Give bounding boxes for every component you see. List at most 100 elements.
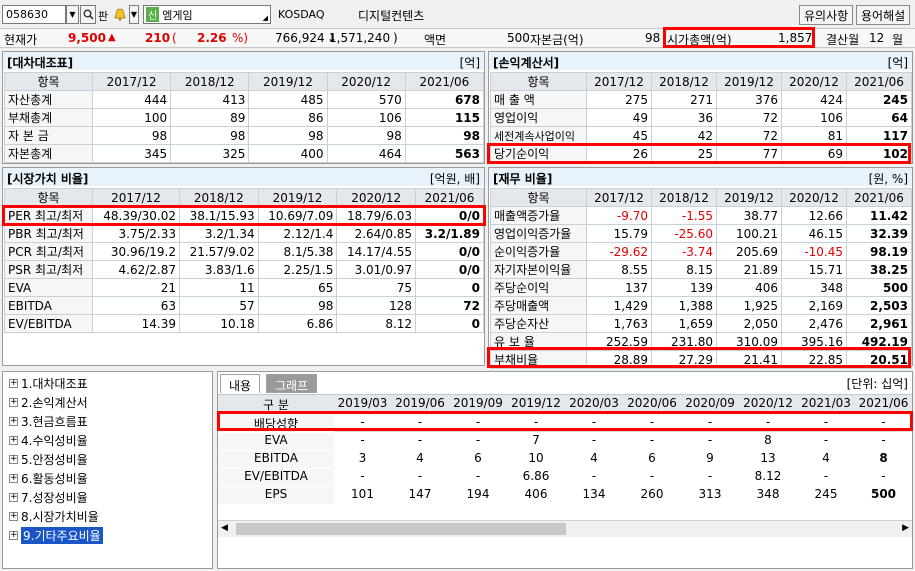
cell: 2,503 [846, 296, 912, 315]
cell: 444 [91, 90, 172, 109]
cell: 11 [179, 278, 259, 297]
row-label: EV/EBITDA [4, 314, 93, 333]
stock-code-input[interactable]: 058630 [2, 5, 66, 24]
income-unit: [억] [887, 56, 908, 70]
expand-icon[interactable]: + [9, 455, 18, 464]
cell: 2.12/1.4 [257, 224, 338, 243]
row-label: 영업이익증가율 [490, 224, 587, 243]
expand-icon[interactable]: + [9, 417, 18, 426]
pan-label[interactable]: 판 [98, 8, 108, 24]
cell: 245 [814, 487, 838, 501]
tab-graph[interactable]: 그래프 [266, 374, 318, 393]
col-header: 2021/06 [846, 72, 912, 91]
cell: 406 [716, 278, 782, 297]
tree-item-stability[interactable]: +5.안정성비율 [9, 450, 88, 469]
notice-button[interactable]: 유의사항 [799, 5, 854, 25]
tree-item-growth[interactable]: +7.성장성비율 [9, 488, 88, 507]
expand-icon[interactable]: + [9, 493, 18, 502]
row-label: 주당순이익 [490, 278, 587, 297]
cell: - [417, 415, 423, 429]
finance-header: [재무 비율] [원, %] [489, 168, 912, 186]
table-row: 자 본 금 98 98 98 98 98 [4, 126, 485, 145]
cell: - [649, 415, 655, 429]
expand-icon[interactable]: + [9, 398, 18, 407]
balance-unit: [억] [459, 56, 480, 70]
cell: 7 [532, 433, 540, 447]
tree-item-balance[interactable]: +1.대차대조표 [9, 374, 88, 393]
category-tree: +1.대차대조표 +2.손익계산서 +3.현금흐름표 +4.수익성비율 +5.안… [2, 371, 213, 569]
code-dropdown-icon[interactable]: ▼ [66, 5, 79, 24]
table-row: EBITDA 3 4 6 10 4 6 9 13 4 8 [218, 450, 912, 468]
col-header: 2020/06 [627, 396, 677, 410]
bell-dropdown-icon[interactable]: ▼ [129, 5, 139, 24]
cell: 98 [257, 296, 338, 315]
cell: 46.15 [781, 224, 847, 243]
expand-icon[interactable]: + [9, 531, 18, 540]
cell: 2.64/0.85 [336, 224, 417, 243]
cell: 137 [586, 278, 652, 297]
row-label: 부채총계 [4, 108, 93, 127]
cell: - [360, 469, 365, 483]
tab-content[interactable]: 내용 [220, 374, 261, 393]
tree-item-income[interactable]: +2.손익계산서 [9, 393, 88, 412]
cell: 28.89 [586, 350, 652, 369]
mcap-label: 시가총액(억) [667, 33, 732, 47]
cell: 117 [846, 126, 912, 145]
expand-icon[interactable]: + [9, 436, 18, 445]
cell: 2,476 [781, 314, 847, 333]
terms-button[interactable]: 용어해설 [856, 5, 911, 25]
cell: 25 [651, 144, 717, 163]
cell: 42 [651, 126, 717, 145]
income-title: [손익계산서] [493, 56, 560, 70]
cell: 310.09 [716, 332, 782, 351]
row-label: 자산총계 [4, 90, 93, 109]
row-label: 주당순자산 [490, 314, 587, 333]
col-header: 2020/12 [336, 188, 417, 207]
market-title: [시장가치 비율] [7, 172, 89, 186]
quarter-header-row: 구 분 2019/03 2019/06 2019/09 2019/12 2020… [218, 394, 912, 412]
tree-item-profitability[interactable]: +4.수익성비율 [9, 431, 88, 450]
volume-total: 1,571,240 [329, 31, 391, 45]
company-name-box[interactable]: 신 엠게임 ◢ [143, 5, 271, 24]
horizontal-scrollbar[interactable]: ◀ ▶ [218, 520, 912, 537]
finance-unit: [원, %] [868, 172, 908, 186]
cell: 45 [586, 126, 652, 145]
cell: - [417, 469, 423, 483]
row-label: 배당성향 [218, 415, 334, 432]
scroll-right-icon[interactable]: ▶ [902, 523, 909, 533]
cell: - [707, 415, 713, 429]
expand-icon[interactable]: + [9, 474, 18, 483]
settle-value: 12 [869, 31, 885, 45]
alarm-bell-icon[interactable] [112, 5, 128, 24]
cell: 10.69/7.09 [257, 206, 338, 225]
cell: 38.77 [716, 206, 782, 225]
tree-item-cashflow[interactable]: +3.현금흐름표 [9, 412, 88, 431]
cell: 0 [415, 314, 484, 333]
row-label: 유 보 율 [490, 332, 587, 351]
table-row: 유 보 율 252.59 231.80 310.09 395.16 492.19 [490, 332, 912, 351]
cell: - [417, 433, 423, 447]
tree-item-other-ratios[interactable]: +9.기타주요비율 [9, 526, 103, 545]
cell: 69 [781, 144, 847, 163]
col-header: 2019/12 [716, 188, 782, 207]
tree-item-activity[interactable]: +6.활동성비율 [9, 469, 88, 488]
scroll-thumb[interactable] [236, 523, 566, 535]
cell: 1,659 [651, 314, 717, 333]
col-header: 2020/12 [743, 396, 793, 410]
cell: 14.39 [92, 314, 180, 333]
scroll-left-icon[interactable]: ◀ [221, 523, 228, 533]
cell: 3.2/1.89 [415, 224, 484, 243]
sector-label: 디지털컨텐츠 [358, 9, 425, 23]
cell: 6 [648, 451, 656, 465]
table-row: 주당순자산 1,763 1,659 2,050 2,476 2,961 [490, 314, 912, 333]
expand-icon[interactable]: + [9, 512, 18, 521]
new-badge: 신 [146, 7, 160, 22]
cell: -25.60 [651, 224, 717, 243]
expand-icon[interactable]: + [9, 379, 18, 388]
tree-item-market-value[interactable]: +8.시장가치비율 [9, 507, 99, 526]
row-label: EVA [218, 433, 334, 450]
cell: 72 [716, 126, 782, 145]
cell: 492.19 [846, 332, 912, 351]
col-header: 구 분 [263, 398, 289, 412]
search-icon[interactable] [80, 5, 96, 24]
